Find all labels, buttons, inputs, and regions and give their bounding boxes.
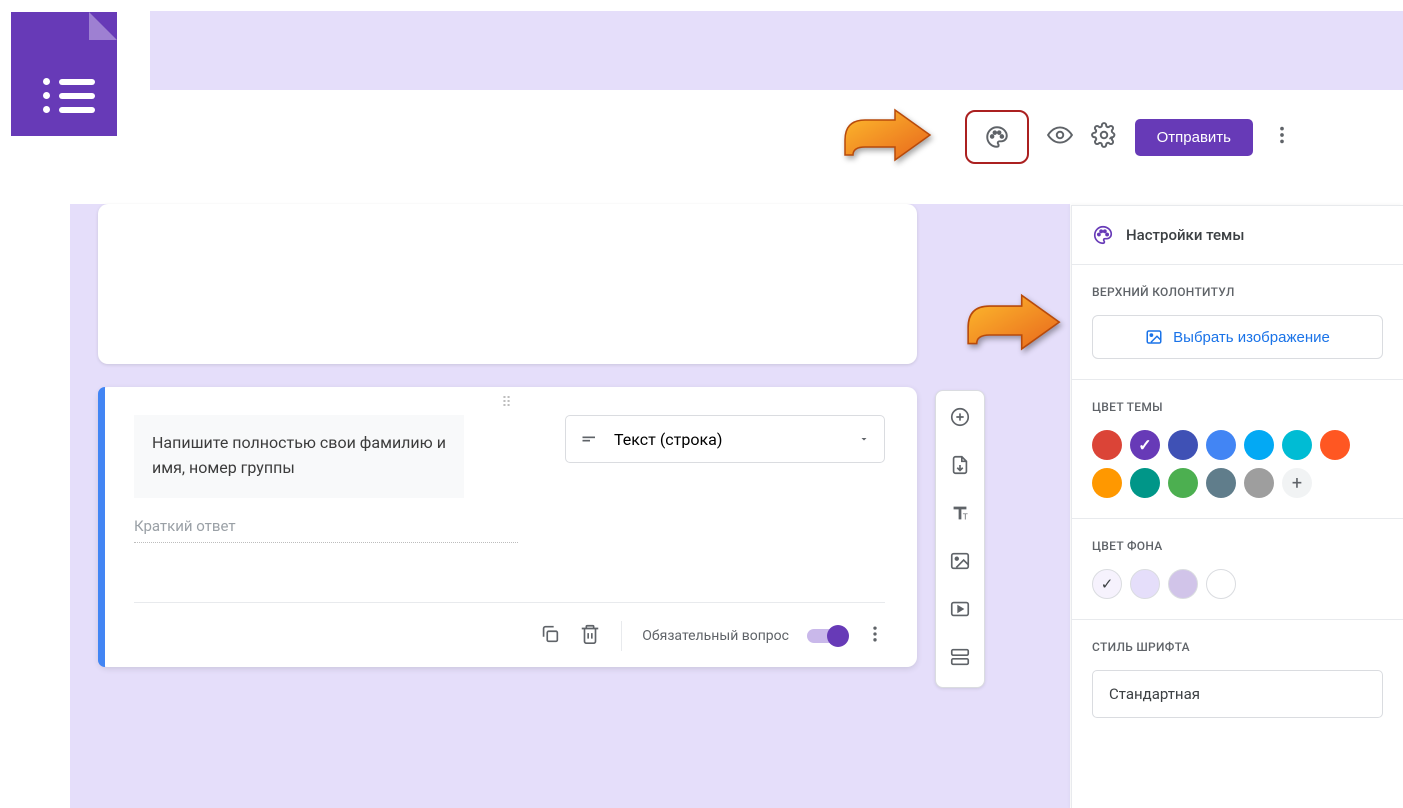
bg-color-swatch[interactable] [1168, 569, 1198, 599]
bg-color-swatches [1092, 569, 1383, 599]
theme-color-swatch[interactable] [1282, 430, 1312, 460]
palette-icon [1092, 224, 1114, 246]
short-answer-field: Краткий ответ [134, 517, 518, 543]
bg-color-swatch[interactable] [1092, 569, 1122, 599]
plus-circle-icon [949, 406, 971, 428]
import-questions-button[interactable] [949, 454, 971, 480]
more-menu-button[interactable] [1271, 124, 1293, 150]
theme-color-swatch[interactable] [1130, 430, 1160, 460]
required-toggle[interactable] [807, 629, 847, 643]
footer-separator [621, 621, 622, 651]
font-style-dropdown[interactable]: Стандартная [1092, 670, 1383, 718]
top-actions: Отправить [965, 110, 1293, 164]
eye-icon [1047, 122, 1073, 148]
duplicate-button[interactable] [539, 623, 561, 649]
add-section-button[interactable] [949, 646, 971, 672]
kebab-icon [1271, 124, 1293, 146]
theme-color-swatch[interactable] [1320, 430, 1350, 460]
add-video-button[interactable] [949, 598, 971, 624]
add-question-button[interactable] [949, 406, 971, 432]
question-text-input[interactable]: Напишите полностью свои фамилию и имя, н… [134, 415, 464, 498]
add-image-button[interactable] [949, 550, 971, 576]
top-banner [150, 11, 1403, 90]
annotation-pointer-icon [835, 105, 935, 175]
text-icon: T [949, 502, 971, 524]
theme-color-swatch[interactable] [1244, 430, 1274, 460]
theme-panel-header: Настройки темы [1072, 206, 1403, 265]
theme-settings-panel: Настройки темы ВЕРХНИЙ КОЛОНТИТУЛ Выбрат… [1071, 205, 1403, 808]
theme-color-swatch[interactable] [1206, 430, 1236, 460]
image-icon [949, 550, 971, 572]
theme-panel-title: Настройки темы [1126, 226, 1244, 244]
gear-icon [1091, 122, 1117, 148]
bg-color-label: ЦВЕТ ФОНА [1092, 539, 1383, 553]
theme-color-swatch[interactable] [1130, 468, 1160, 498]
short-text-icon [580, 429, 600, 449]
question-more-button[interactable] [865, 624, 885, 648]
palette-icon [984, 124, 1010, 150]
theme-color-swatch[interactable] [1168, 430, 1198, 460]
theme-color-swatch[interactable] [1168, 468, 1198, 498]
question-card[interactable]: ⠿ Напишите полностью свои фамилию и имя,… [98, 387, 917, 667]
answer-type-dropdown[interactable]: Текст (строка) [565, 415, 885, 463]
theme-color-swatch[interactable] [1244, 468, 1274, 498]
chevron-down-icon [858, 433, 870, 445]
add-custom-color-button[interactable]: + [1282, 468, 1312, 498]
choose-header-image-button[interactable]: Выбрать изображение [1092, 315, 1383, 359]
forms-logo-icon [11, 12, 117, 136]
copy-icon [539, 623, 561, 645]
theme-color-swatches: + [1092, 430, 1383, 498]
selection-indicator [98, 387, 105, 667]
bg-color-swatch[interactable] [1130, 569, 1160, 599]
bg-color-swatch[interactable] [1206, 569, 1236, 599]
send-button[interactable]: Отправить [1135, 119, 1253, 156]
header-section-label: ВЕРХНИЙ КОЛОНТИТУЛ [1092, 285, 1383, 299]
customize-theme-button[interactable] [965, 110, 1029, 164]
theme-color-label: ЦВЕТ ТЕМЫ [1092, 400, 1383, 414]
choose-image-label: Выбрать изображение [1173, 329, 1330, 346]
theme-color-swatch[interactable] [1206, 468, 1236, 498]
section-icon [949, 646, 971, 668]
trash-icon [579, 623, 601, 645]
add-title-button[interactable]: T [949, 502, 971, 528]
theme-color-swatch[interactable] [1092, 430, 1122, 460]
delete-button[interactable] [579, 623, 601, 649]
theme-color-swatch[interactable] [1092, 468, 1122, 498]
image-icon [1145, 328, 1163, 346]
card-above [98, 204, 917, 364]
video-icon [949, 598, 971, 620]
drag-handle-icon[interactable]: ⠿ [501, 395, 513, 411]
answer-type-label: Текст (строка) [614, 430, 722, 449]
settings-button[interactable] [1091, 122, 1117, 152]
preview-button[interactable] [1047, 122, 1073, 152]
svg-text:T: T [963, 512, 968, 521]
required-label: Обязательный вопрос [642, 628, 789, 644]
kebab-icon [865, 624, 885, 644]
font-style-label: СТИЛЬ ШРИФТА [1092, 640, 1383, 654]
side-toolbar: T [935, 390, 985, 688]
card-divider [134, 602, 885, 603]
import-icon [949, 454, 971, 476]
